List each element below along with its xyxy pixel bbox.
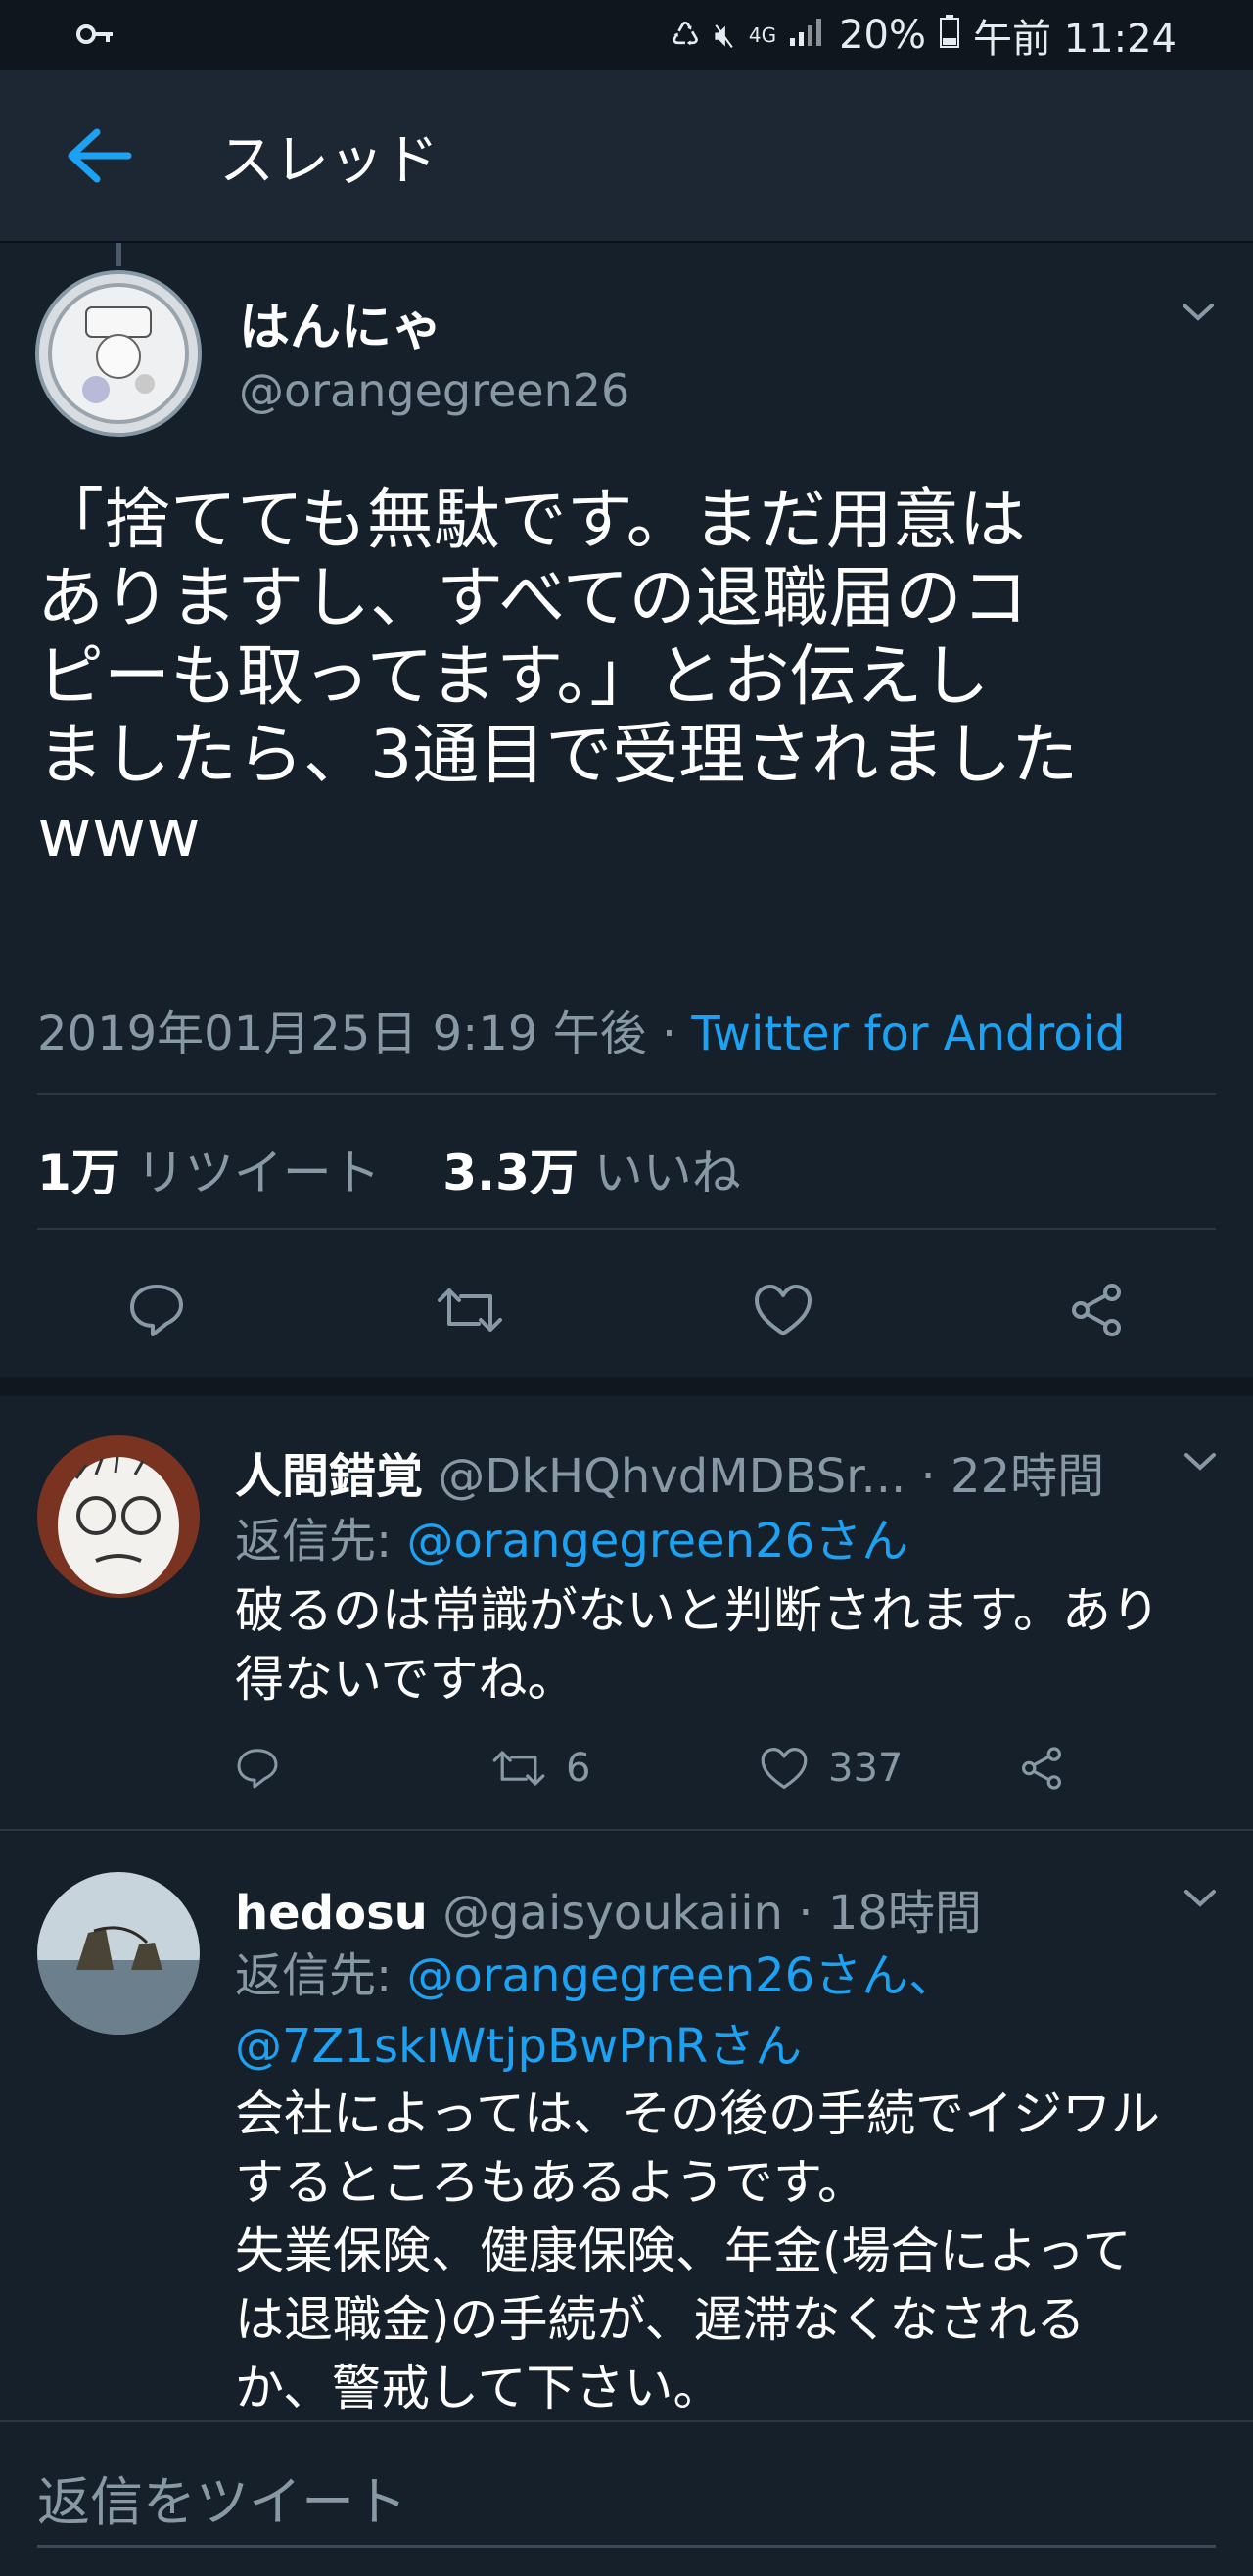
retweet-button[interactable]	[421, 1261, 519, 1359]
retweet-label: リツイート	[135, 1145, 381, 1201]
tweet-time: · 18時間	[798, 1886, 982, 1941]
main-tweet: はんにゃ @orangegreen26 「捨てても無駄です。まだ用意は あります…	[0, 243, 1253, 1377]
like-label: いいね	[593, 1145, 741, 1201]
reply-text: 破るのは常識がないと判断されます。あり 得ないですね。	[235, 1582, 1160, 1708]
likes-stat[interactable]: 3.3万 いいね	[442, 1145, 740, 1201]
tweet-meta: 2019年01月25日 9:19 午後 · Twitter for Androi…	[37, 995, 1125, 1063]
tweet-stats: 1万 リツイート 3.3万 いいね	[37, 1134, 741, 1204]
author-handle[interactable]: @orangegreen26	[239, 364, 629, 417]
chevron-down-icon[interactable]	[1181, 302, 1216, 327]
reply-to: 返信先: @orangegreen26さん	[235, 1506, 1224, 1576]
reply-icon	[130, 1285, 183, 1336]
author-handle[interactable]: @DkHQhvdMDBSr...	[438, 1449, 905, 1504]
chevron-down-icon[interactable]	[1183, 1451, 1218, 1476]
battery-icon	[940, 14, 959, 57]
retweet-count: 1万	[37, 1145, 120, 1201]
mute-icon: 🔇︎	[714, 16, 735, 55]
reply-to-label: 返信先:	[235, 1514, 393, 1569]
key-icon	[76, 16, 116, 55]
divider	[37, 1093, 1216, 1095]
retweet-count: 6	[566, 1746, 591, 1791]
reply-tweet[interactable]: hedosu @gaisyoukaiin · 18時間 返信先: @orange…	[0, 1833, 1253, 2420]
back-button[interactable]	[0, 70, 196, 242]
avatar[interactable]	[37, 1872, 200, 2035]
author-name[interactable]: hedosu	[235, 1886, 428, 1941]
reply-header: 人間錯覚 @DkHQhvdMDBSr... · 22時間	[235, 1437, 1104, 1506]
divider	[37, 1228, 1216, 1230]
tweet-timestamp: 2019年01月25日 9:19 午後 ·	[37, 1007, 692, 1061]
reply-icon	[237, 1749, 278, 1789]
tweet-source-link[interactable]: Twitter for Android	[691, 1007, 1125, 1061]
reply-composer: 返信をツイート	[0, 2420, 1253, 2576]
section-divider	[0, 1377, 1253, 1396]
reply-button[interactable]	[235, 1729, 280, 1807]
reply-input[interactable]: 返信をツイート	[37, 2450, 1216, 2548]
signal-icon	[790, 16, 825, 55]
tweet-text: 「捨てても無駄です。まだ用意は ありますし、すべての退職届のコ ピーも取ってます…	[37, 482, 1079, 872]
reply-tweet[interactable]: 人間錯覚 @DkHQhvdMDBSr... · 22時間 返信先: @orang…	[0, 1396, 1253, 1831]
reply-to: 返信先: @orangegreen26さん、 @7Z1skIWtjpBwPnRさ…	[235, 1941, 1224, 2082]
author-name[interactable]: 人間錯覚	[235, 1449, 423, 1504]
reply-actions: 6 337	[235, 1729, 1214, 1807]
share-icon	[1072, 1284, 1121, 1336]
like-button[interactable]	[734, 1261, 832, 1359]
like-count: 337	[828, 1746, 904, 1791]
avatar[interactable]	[35, 270, 202, 437]
share-button[interactable]	[1018, 1729, 1065, 1807]
mention-link[interactable]: @7Z1skIWtjpBwPnRさん	[235, 2019, 802, 2074]
mention-link[interactable]: @orangegreen26さん、	[406, 1948, 955, 2003]
tweet-time: · 22時間	[920, 1449, 1105, 1504]
reply-button[interactable]	[108, 1261, 206, 1359]
mention-link[interactable]: @orangegreen26さん	[406, 1514, 908, 1569]
retweet-button[interactable]: 6	[491, 1729, 590, 1807]
like-button[interactable]: 337	[760, 1729, 903, 1807]
retweets-stat[interactable]: 1万 リツイート	[37, 1145, 381, 1201]
battery-percent: 20%	[839, 13, 926, 58]
network-icon: 4G	[748, 23, 777, 47]
author-handle[interactable]: @gaisyoukaiin	[442, 1886, 783, 1941]
back-arrow-icon	[68, 128, 132, 183]
reply-to-label: 返信先:	[235, 1948, 393, 2003]
heart-icon	[761, 1748, 808, 1789]
page-title: スレッド	[219, 128, 439, 193]
tweet-actions	[0, 1261, 1253, 1359]
reply-header: hedosu @gaisyoukaiin · 18時間	[235, 1874, 982, 1943]
clock: 午前 11:24	[973, 17, 1177, 62]
retweet-icon	[492, 1751, 545, 1786]
avatar[interactable]	[37, 1435, 200, 1598]
chevron-down-icon[interactable]	[1183, 1888, 1218, 1913]
retweet-icon	[438, 1288, 502, 1332]
reply-text: 会社によっては、その後の手続でイジワル するところもあるようです。 失業保険、健…	[235, 2085, 1160, 2416]
app-bar: スレッド	[0, 70, 1253, 243]
author-name[interactable]: はんにゃ	[239, 286, 442, 359]
like-count: 3.3万	[442, 1145, 579, 1201]
share-icon	[1022, 1747, 1061, 1790]
heart-icon	[755, 1285, 812, 1335]
share-button[interactable]	[1047, 1261, 1145, 1359]
status-bar: ♺ 🔇︎ 4G 20% 午前 11:24	[0, 0, 1253, 70]
recycle-icon: ♺	[670, 16, 701, 55]
thread-line	[116, 243, 121, 266]
